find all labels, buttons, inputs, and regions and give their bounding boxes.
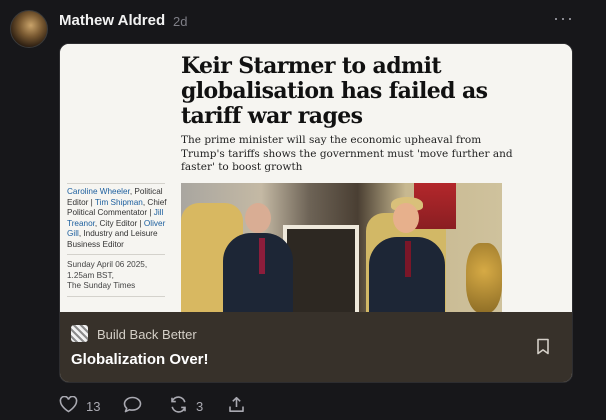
post-timestamp[interactable]: 2d <box>173 14 187 29</box>
share-icon <box>228 396 245 416</box>
share-button[interactable] <box>228 396 245 416</box>
comment-icon <box>123 396 142 416</box>
bookmark-icon[interactable] <box>536 338 550 360</box>
byline-divider-bottom <box>67 296 165 297</box>
byline-divider-middle <box>67 254 165 255</box>
more-icon[interactable]: ··· <box>553 8 574 29</box>
link-card-title[interactable]: Globalization Over! <box>71 351 209 368</box>
article-standfirst: The prime minister will say the economic… <box>181 134 513 173</box>
comment-button[interactable] <box>123 396 142 416</box>
article-photo <box>181 183 502 312</box>
author-name[interactable]: Mathew Aldred <box>59 12 165 29</box>
publication-name[interactable]: Build Back Better <box>97 327 197 342</box>
heart-icon <box>59 395 78 416</box>
article-headline: Keir Starmer to admit globalisation has … <box>181 53 488 129</box>
publication-icon <box>71 325 88 342</box>
like-button[interactable]: 13 <box>59 395 101 416</box>
repost-button[interactable]: 3 <box>169 396 203 416</box>
link-card-footer[interactable] <box>60 312 572 382</box>
avatar[interactable] <box>10 10 48 48</box>
link-preview-card[interactable]: Keir Starmer to admit globalisation has … <box>59 43 573 383</box>
article-screenshot: Keir Starmer to admit globalisation has … <box>60 44 572 312</box>
article-byline: Caroline Wheeler, Political Editor | Tim… <box>67 187 167 249</box>
byline-divider-top <box>67 183 165 184</box>
repost-icon <box>169 396 188 416</box>
repost-count: 3 <box>196 398 204 414</box>
article-dateline: Sunday April 06 2025, 1.25am BST, The Su… <box>67 260 148 291</box>
like-count: 13 <box>86 398 101 414</box>
